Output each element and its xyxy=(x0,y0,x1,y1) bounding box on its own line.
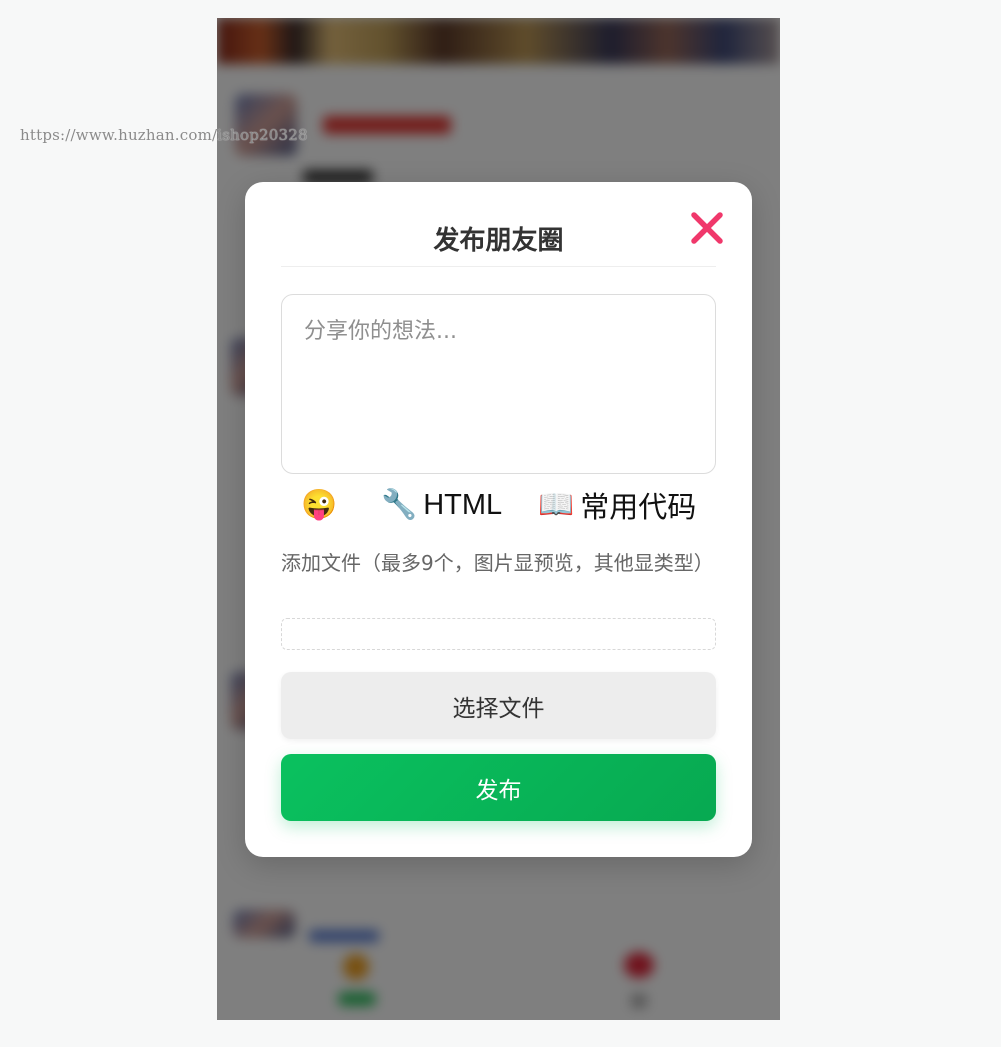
emoji-button[interactable]: 😜 xyxy=(301,488,343,522)
publish-moment-modal: 发布朋友圈 😜 🔧 HTML 📖 常用代码 添加文件（最多9个，图片显预览，其他… xyxy=(245,182,752,857)
title-divider xyxy=(281,266,716,267)
common-code-label: 常用代码 xyxy=(580,492,697,524)
common-code-button[interactable]: 📖 常用代码 xyxy=(538,484,696,526)
html-button[interactable]: 🔧 HTML xyxy=(381,488,502,522)
publish-button[interactable]: 发布 xyxy=(281,754,716,821)
wrench-icon: 🔧 xyxy=(381,489,418,521)
composer-toolbar: 😜 🔧 HTML 📖 常用代码 xyxy=(281,484,716,526)
file-hint-label: 添加文件（最多9个，图片显预览，其他显类型） xyxy=(281,551,714,575)
html-label: HTML xyxy=(423,488,503,521)
close-icon xyxy=(691,212,723,244)
modal-title: 发布朋友圈 xyxy=(433,226,564,256)
file-preview-dropzone[interactable] xyxy=(281,618,716,650)
watermark-url: https://www.huzhan.com/ishop20328 xyxy=(20,126,308,144)
close-button[interactable] xyxy=(689,210,725,246)
choose-file-button[interactable]: 选择文件 xyxy=(281,672,716,739)
book-icon: 📖 xyxy=(538,489,575,521)
post-content-textarea[interactable] xyxy=(281,294,716,474)
emoji-icon: 😜 xyxy=(301,489,338,521)
